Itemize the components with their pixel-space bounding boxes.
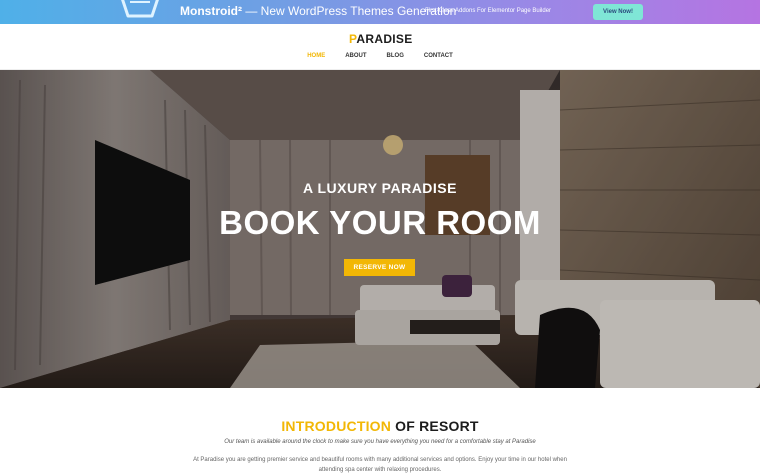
intro-title: INTRODUCTION OF RESORT [0, 418, 760, 434]
intro-title-rest: OF RESORT [391, 418, 479, 434]
site-logo[interactable]: PARADISE [349, 32, 413, 46]
promo-title: Monstroid² — New WordPress Themes Genera… [180, 4, 456, 18]
hero-eyebrow: A LUXURY PARADISE [303, 180, 457, 196]
nav-item-about[interactable]: ABOUT [335, 53, 376, 59]
main-nav: HOME ABOUT BLOG CONTACT [0, 53, 760, 59]
intro-body: At Paradise you are getting premier serv… [193, 457, 567, 473]
promo-title-bold: Monstroid² [180, 4, 242, 18]
nav-item-contact[interactable]: CONTACT [414, 53, 463, 59]
site-header: PARADISE HOME ABOUT BLOG CONTACT [0, 24, 760, 70]
intro-title-accent: INTRODUCTION [281, 418, 392, 434]
nav-item-blog[interactable]: BLOG [377, 53, 414, 59]
promo-banner[interactable]: Monstroid² — New WordPress Themes Genera… [0, 0, 760, 24]
logo-text: ARADISE [356, 32, 413, 46]
hero-section: A LUXURY PARADISE BOOK YOUR ROOM RESERVE… [0, 70, 760, 388]
intro-lead: Our team is available around the clock t… [224, 439, 536, 445]
reserve-now-button[interactable]: RESERVE NOW [344, 259, 415, 276]
view-now-button[interactable]: View Now! [593, 4, 643, 20]
monstroid-logo-icon [121, 0, 159, 18]
hero-title: BOOK YOUR ROOM [219, 204, 541, 241]
promo-subtitle: First-Class Addons For Elementor Page Bu… [425, 8, 552, 14]
nav-item-home[interactable]: HOME [297, 53, 335, 59]
